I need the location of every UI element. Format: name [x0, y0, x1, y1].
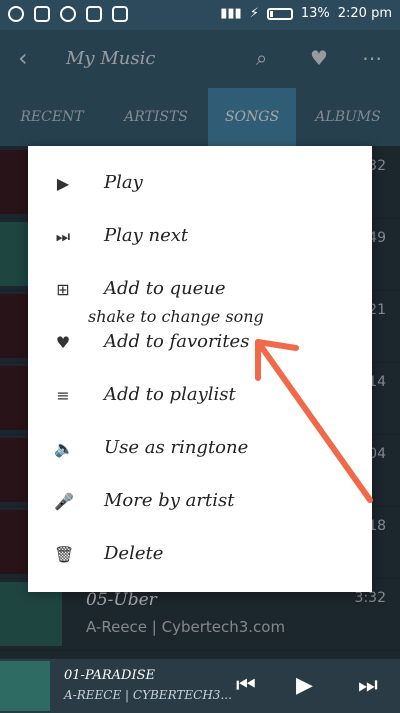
queue-add-icon: ⊞	[56, 280, 70, 299]
menu-item-delete[interactable]: 🗑 Delete	[28, 529, 372, 582]
heart-icon: ♥	[55, 333, 71, 352]
charging-icon: ⚡	[249, 6, 259, 21]
menu-item-play-next[interactable]: ⏭ Play next	[28, 211, 372, 264]
microphone-icon: 🎤	[54, 492, 74, 511]
play-next-icon: ⏭	[55, 227, 71, 246]
menu-item-play[interactable]: ▶ Play	[28, 158, 372, 211]
speaker-icon: 🔈	[54, 439, 74, 458]
now-playing-title: 01-PARADISE	[64, 668, 156, 683]
menu-item-label: Play	[104, 172, 143, 193]
play-icon[interactable]: ▶	[296, 673, 313, 698]
menu-item-label: More by artist	[104, 490, 235, 511]
battery-percent: 13%	[300, 6, 330, 21]
album-art	[0, 661, 50, 711]
status-bar: ▮▮▮ ⚡ 13% 2:20 pm	[0, 0, 400, 30]
hotspot-icon	[60, 6, 76, 22]
menu-item-label: Add to favorites	[104, 331, 250, 352]
previous-icon[interactable]: ⏮	[236, 673, 256, 698]
annotation-arrow	[255, 339, 373, 503]
gamepad-icon	[86, 6, 102, 22]
annotation-text: shake to change song	[88, 307, 264, 326]
menu-item-label: Play next	[104, 225, 189, 246]
menu-item-label: Delete	[104, 543, 164, 564]
signal-icon: ▮▮▮	[220, 6, 242, 21]
battery-icon	[266, 7, 293, 20]
playlist-icon: ≡	[56, 386, 70, 405]
brand-icon	[112, 6, 128, 22]
message-icon	[34, 6, 50, 22]
mini-player[interactable]: 01-PARADISE A-REECE | CYBERTECH3... ⏮ ▶ …	[0, 658, 400, 713]
next-icon[interactable]: ⏭	[358, 673, 378, 698]
system-icons: ▮▮▮ ⚡ 13% 2:20 pm	[220, 6, 392, 21]
clock: 2:20 pm	[337, 6, 392, 21]
menu-item-label: Use as ringtone	[104, 437, 249, 458]
menu-item-label: Add to playlist	[104, 384, 236, 405]
whatsapp-icon	[8, 6, 24, 22]
notification-icons	[8, 6, 128, 22]
now-playing-artist: A-REECE | CYBERTECH3...	[64, 688, 232, 702]
menu-item-label: Add to queue	[104, 278, 226, 299]
trash-icon: 🗑	[54, 545, 75, 564]
play-icon: ▶	[56, 174, 70, 193]
